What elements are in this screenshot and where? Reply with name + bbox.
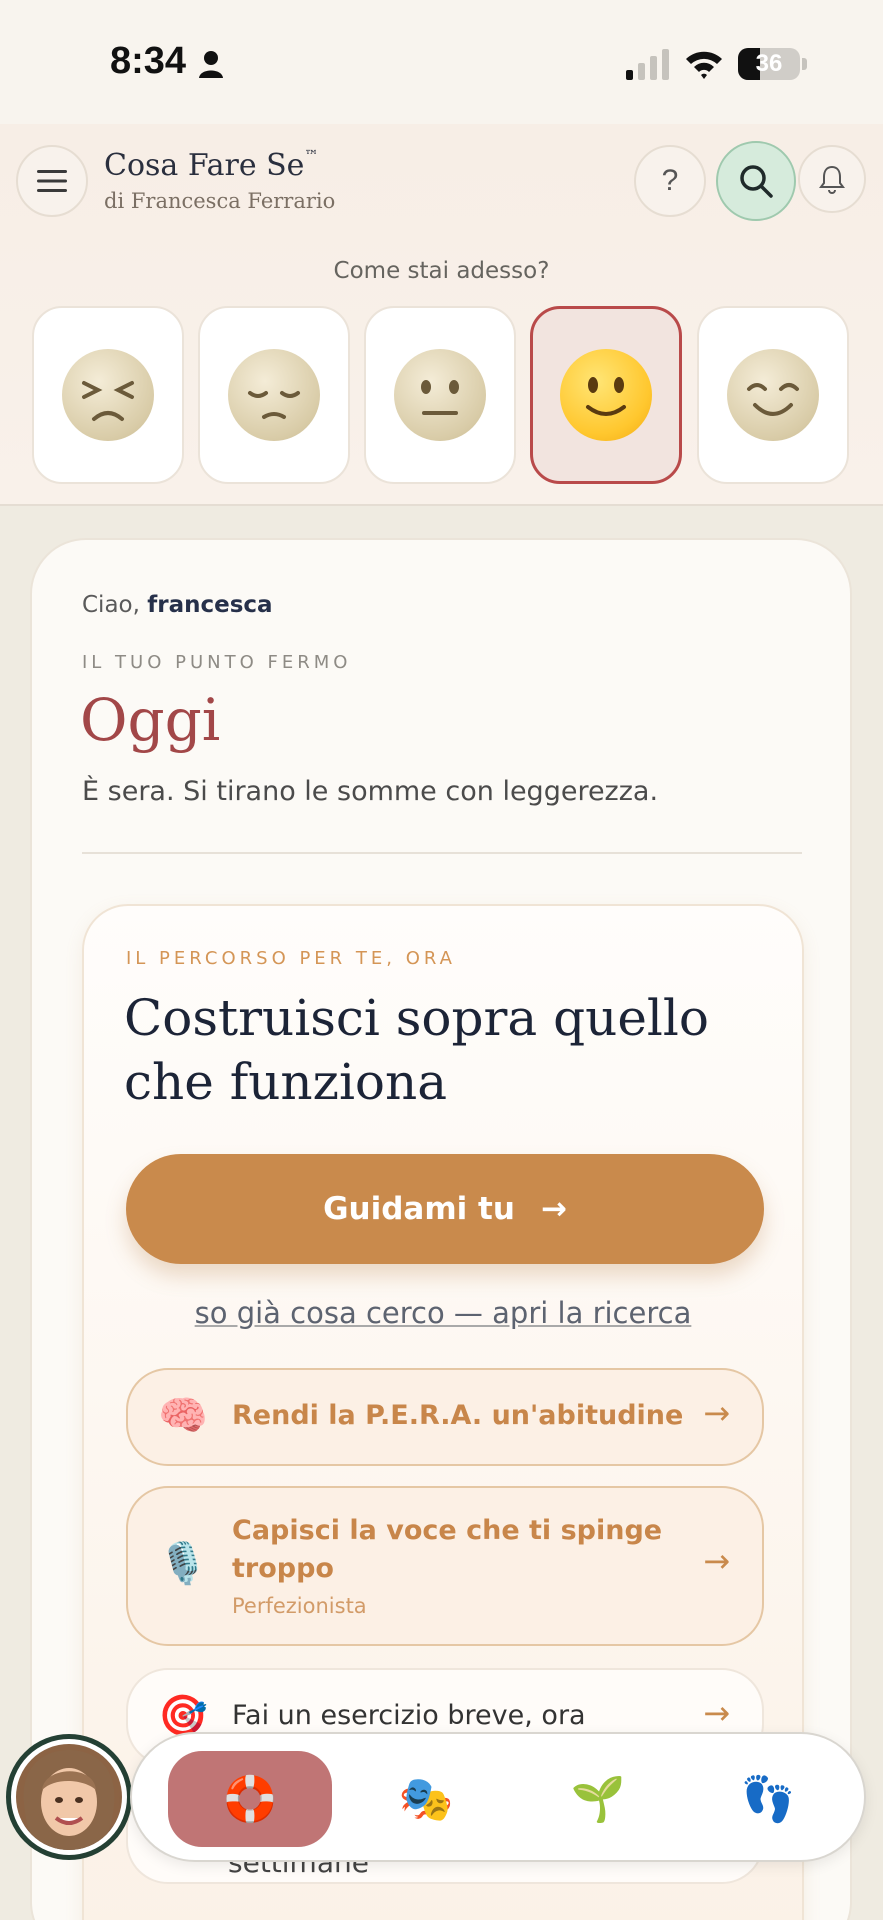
persevering-face-icon	[62, 349, 154, 441]
brand-title: Cosa Fare Se™	[104, 148, 318, 183]
mood-option-4-selected[interactable]	[530, 306, 682, 484]
option-inner-voice[interactable]: 🎙️ Capisci la voce che ti spinge troppo …	[126, 1486, 764, 1646]
battery-level: 36	[755, 50, 783, 77]
nav-growth[interactable]: 🌱	[516, 1751, 680, 1847]
search-button[interactable]	[716, 141, 796, 221]
path-kicker: IL PERCORSO PER TE, ORA	[126, 948, 456, 969]
today-card: Ciao, francesca IL TUO PUNTO FERMO Oggi …	[30, 538, 852, 1920]
option-pera-habit[interactable]: 🧠 Rendi la P.E.R.A. un'abitudine →	[126, 1368, 764, 1466]
option-label: Fai un esercizio breve, ora	[232, 1700, 586, 1731]
brain-icon: 🧠	[158, 1393, 208, 1439]
tagline: È sera. Si tirano le somme con leggerezz…	[82, 776, 659, 807]
notifications-button[interactable]	[798, 145, 866, 213]
user-name: francesca	[147, 592, 273, 618]
open-search-label: so già cosa cerco — apri la ricerca	[194, 1296, 692, 1330]
mood-option-1[interactable]	[32, 306, 184, 484]
help-icon: ?	[661, 164, 679, 197]
option-sublabel: Perfezionista	[232, 1594, 367, 1618]
arrow-right-icon: →	[540, 1191, 567, 1227]
arrow-right-icon: →	[703, 1542, 730, 1580]
mood-option-3[interactable]	[364, 306, 516, 484]
option-label: Capisci la voce che ti spinge troppo	[232, 1515, 663, 1584]
seedling-icon: 🌱	[570, 1774, 626, 1825]
person-icon	[199, 51, 223, 78]
page-title: Oggi	[80, 686, 221, 754]
profile-avatar[interactable]	[6, 1734, 132, 1860]
mood-question: Come stai adesso?	[333, 258, 550, 284]
greeting-prefix: Ciao,	[82, 592, 148, 618]
mood-option-5[interactable]	[697, 306, 849, 484]
option-label: Rendi la P.E.R.A. un'abitudine	[232, 1400, 684, 1431]
battery-icon: 36	[738, 48, 800, 80]
path-title: Costruisci sopra quello che funziona	[124, 989, 710, 1111]
pensive-face-icon	[228, 349, 320, 441]
nav-steps[interactable]: 👣	[686, 1751, 850, 1847]
bottom-nav: 🛟 🎭 🌱 👣	[130, 1732, 866, 1862]
section-kicker: IL TUO PUNTO FERMO	[82, 652, 352, 673]
app-header: Cosa Fare Se™ di Francesca Ferrario ? Co…	[0, 124, 883, 506]
avatar-photo	[16, 1744, 122, 1850]
guide-me-label: Guidami tu	[323, 1191, 515, 1227]
microphone-icon: 🎙️	[158, 1541, 208, 1587]
nav-lifebuoy[interactable]: 🛟	[168, 1751, 332, 1847]
search-icon	[740, 165, 773, 198]
status-bar: 8:34 36	[0, 0, 883, 124]
mood-option-2[interactable]	[198, 306, 350, 484]
divider	[82, 852, 802, 854]
nav-theater[interactable]: 🎭	[344, 1751, 508, 1847]
signal-icon	[626, 49, 669, 80]
slightly-smiling-face-icon	[560, 349, 652, 441]
wifi-icon	[686, 51, 722, 79]
battery-cap	[802, 58, 807, 70]
theater-masks-icon: 🎭	[398, 1774, 454, 1825]
neutral-face-icon	[394, 349, 486, 441]
lifebuoy-icon: 🛟	[222, 1774, 278, 1825]
smiling-face-icon	[727, 349, 819, 441]
open-search-link[interactable]: so già cosa cerco — apri la ricerca	[84, 1296, 802, 1330]
footprints-icon: 👣	[740, 1774, 796, 1825]
help-button[interactable]: ?	[634, 145, 706, 217]
arrow-right-icon: →	[703, 1394, 730, 1432]
trademark: ™	[304, 148, 319, 164]
menu-button[interactable]	[16, 145, 88, 217]
bell-icon	[819, 165, 845, 194]
arrow-right-icon: →	[703, 1694, 730, 1732]
brand-title-text: Cosa Fare Se	[104, 148, 305, 183]
guide-me-button[interactable]: Guidami tu →	[126, 1154, 764, 1264]
greeting: Ciao, francesca	[82, 592, 273, 618]
brand-subtitle: di Francesca Ferrario	[104, 189, 336, 213]
menu-icon	[37, 170, 67, 192]
status-time: 8:34	[110, 40, 187, 82]
